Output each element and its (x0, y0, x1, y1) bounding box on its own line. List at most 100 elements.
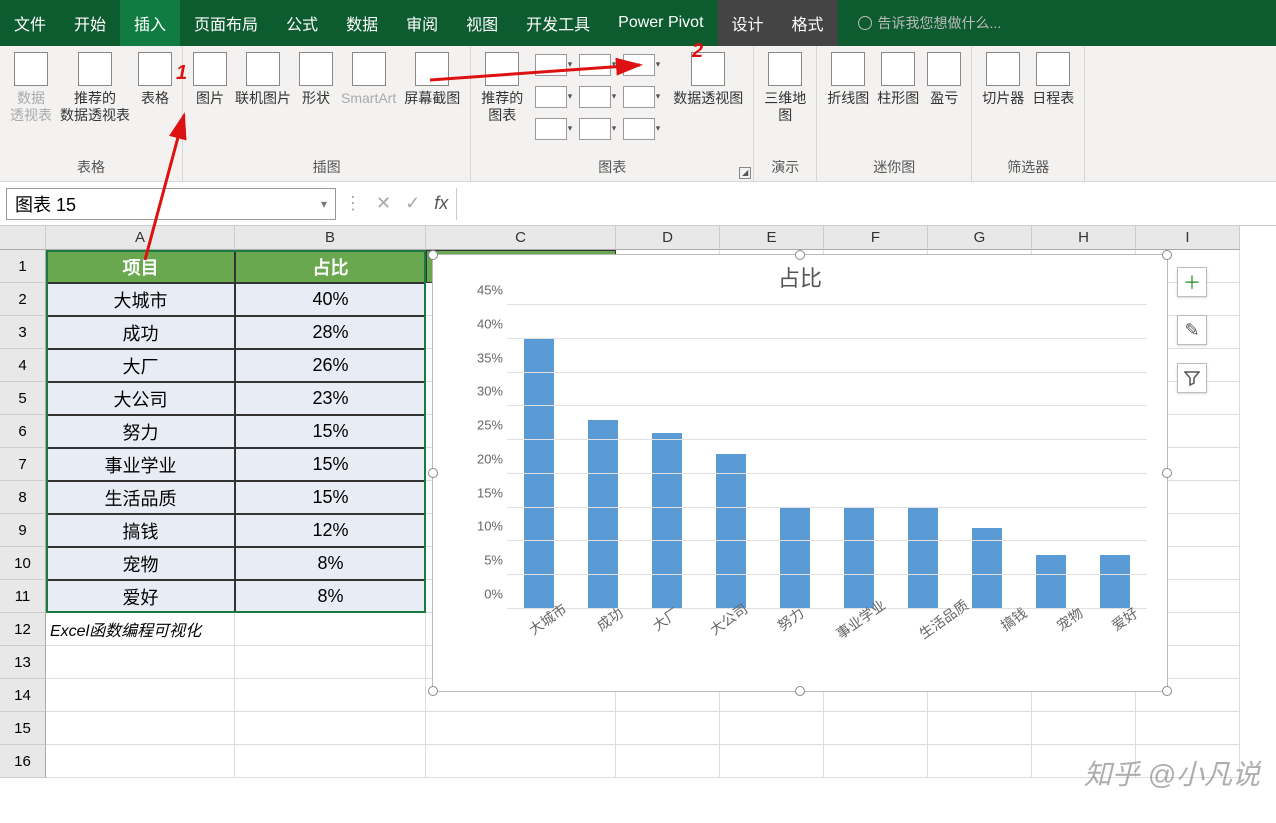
chart-bar[interactable] (1036, 555, 1066, 609)
cell[interactable]: 15% (235, 415, 426, 448)
pivot-chart-button[interactable]: 数据透视图 (669, 50, 747, 109)
cell[interactable] (824, 712, 928, 745)
row-header[interactable]: 4 (0, 349, 46, 382)
fx-icon[interactable]: fx (434, 193, 448, 214)
resize-handle[interactable] (428, 468, 438, 478)
col-header-G[interactable]: G (928, 226, 1032, 250)
cell[interactable]: 26% (235, 349, 426, 382)
slicer-button[interactable]: 切片器 (978, 50, 1028, 109)
resize-handle[interactable] (428, 686, 438, 696)
tab-data[interactable]: 数据 (332, 0, 392, 46)
col-header-A[interactable]: A (46, 226, 235, 250)
formula-input[interactable] (456, 188, 1270, 220)
chart-bar[interactable] (524, 339, 554, 609)
row-header[interactable]: 1 (0, 250, 46, 283)
cell[interactable] (616, 745, 720, 778)
tab-format[interactable]: 格式 (778, 0, 838, 46)
row-header[interactable]: 15 (0, 712, 46, 745)
cell[interactable]: Excel函数编程可视化 (46, 613, 235, 646)
cell[interactable] (824, 745, 928, 778)
online-picture-button[interactable]: 联机图片 (231, 50, 295, 109)
resize-handle[interactable] (1162, 468, 1172, 478)
tab-view[interactable]: 视图 (452, 0, 512, 46)
row-header[interactable]: 13 (0, 646, 46, 679)
chart-styles-button[interactable]: ✎ (1177, 315, 1207, 345)
resize-handle[interactable] (1162, 250, 1172, 260)
cell[interactable]: 事业学业 (46, 448, 235, 481)
pivot-table-button[interactable]: 数据 透视表 (6, 50, 56, 126)
cell[interactable]: 大公司 (46, 382, 235, 415)
cell[interactable]: 23% (235, 382, 426, 415)
sparkline-winloss-button[interactable]: 盈亏 (923, 50, 965, 109)
chart-bar[interactable] (780, 508, 810, 609)
enter-icon[interactable]: ✓ (405, 193, 420, 214)
chart-bar[interactable] (844, 508, 874, 609)
column-chart-icon[interactable] (535, 54, 567, 76)
chart-bar[interactable] (652, 433, 682, 609)
scatter-chart-icon[interactable] (579, 118, 611, 140)
cell[interactable] (235, 679, 426, 712)
cell[interactable]: 15% (235, 481, 426, 514)
charts-dialog-launcher[interactable]: ◢ (739, 167, 751, 179)
surface-chart-icon[interactable] (623, 118, 655, 140)
row-header[interactable]: 16 (0, 745, 46, 778)
cell[interactable] (235, 613, 426, 646)
tab-insert[interactable]: 插入 (120, 0, 180, 46)
cell[interactable]: 28% (235, 316, 426, 349)
chart-title[interactable]: 占比 (433, 261, 1167, 293)
row-header[interactable]: 6 (0, 415, 46, 448)
row-header[interactable]: 10 (0, 547, 46, 580)
cancel-icon[interactable]: ✕ (376, 193, 391, 214)
cell[interactable]: 爱好 (46, 580, 235, 613)
resize-handle[interactable] (795, 250, 805, 260)
cell[interactable]: 15% (235, 448, 426, 481)
3d-map-button[interactable]: 三维地 图 (760, 50, 810, 126)
table-button[interactable]: 表格 (134, 50, 176, 109)
cell[interactable] (616, 712, 720, 745)
cell[interactable]: 8% (235, 580, 426, 613)
cell[interactable]: 占比 (235, 250, 426, 283)
chart-plot-area[interactable]: 0%5%10%15%20%25%30%35%40%45% (467, 305, 1147, 609)
cell[interactable] (46, 679, 235, 712)
waterfall-chart-icon[interactable] (623, 54, 655, 76)
line-chart-icon[interactable] (535, 86, 567, 108)
tab-home[interactable]: 开始 (60, 0, 120, 46)
col-header-E[interactable]: E (720, 226, 824, 250)
chart-bar[interactable] (716, 454, 746, 609)
cell[interactable]: 搞钱 (46, 514, 235, 547)
cell[interactable] (928, 745, 1032, 778)
picture-button[interactable]: 图片 (189, 50, 231, 109)
row-header[interactable]: 7 (0, 448, 46, 481)
cell[interactable]: 8% (235, 547, 426, 580)
cell[interactable]: 大城市 (46, 283, 235, 316)
cell[interactable]: 大厂 (46, 349, 235, 382)
cell[interactable] (46, 745, 235, 778)
statistic-chart-icon[interactable] (579, 86, 611, 108)
chart-bar[interactable] (908, 508, 938, 609)
recommended-pivot-button[interactable]: 推荐的 数据透视表 (56, 50, 134, 126)
resize-handle[interactable] (428, 250, 438, 260)
screenshot-button[interactable]: 屏幕截图 (400, 50, 464, 109)
recommended-chart-button[interactable]: 推荐的 图表 (477, 50, 527, 126)
row-header[interactable]: 8 (0, 481, 46, 514)
row-header[interactable]: 14 (0, 679, 46, 712)
row-header[interactable]: 5 (0, 382, 46, 415)
row-header[interactable]: 3 (0, 316, 46, 349)
cell[interactable] (426, 712, 616, 745)
embedded-chart[interactable]: 占比 0%5%10%15%20%25%30%35%40%45% 大城市成功大厂大… (432, 254, 1168, 692)
hierarchy-chart-icon[interactable] (579, 54, 611, 76)
name-box[interactable]: 图表 15 ▾ (6, 188, 336, 220)
sparkline-column-button[interactable]: 柱形图 (873, 50, 923, 109)
cell[interactable] (1032, 712, 1136, 745)
cell[interactable]: 生活品质 (46, 481, 235, 514)
cell[interactable]: 成功 (46, 316, 235, 349)
cell[interactable]: 努力 (46, 415, 235, 448)
select-all-corner[interactable] (0, 226, 46, 250)
sparkline-line-button[interactable]: 折线图 (823, 50, 873, 109)
smartart-button[interactable]: SmartArt (337, 50, 400, 109)
cell[interactable] (46, 712, 235, 745)
chart-filter-button[interactable] (1177, 363, 1207, 393)
combo-chart-icon[interactable] (623, 86, 655, 108)
row-header[interactable]: 11 (0, 580, 46, 613)
cell[interactable] (720, 745, 824, 778)
